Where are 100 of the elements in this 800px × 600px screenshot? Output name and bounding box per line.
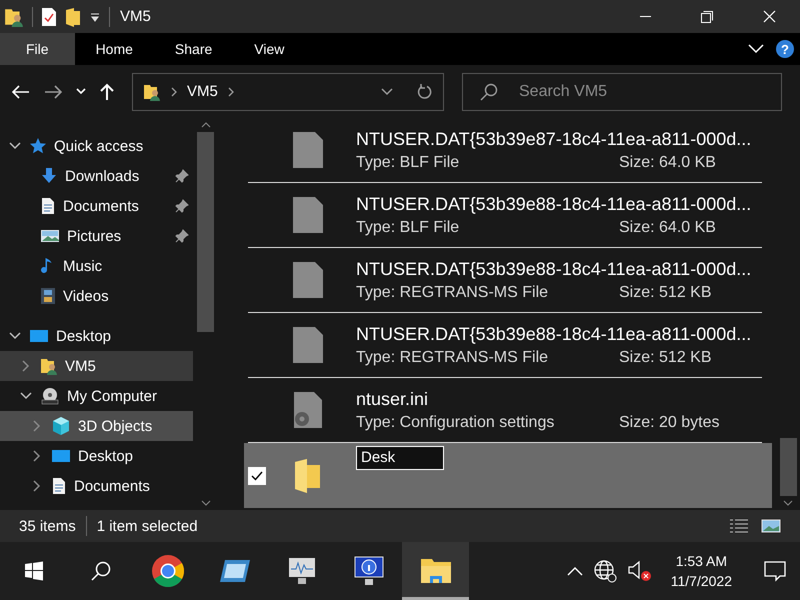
browser-icon xyxy=(150,554,184,588)
file-name: NTUSER.DAT{53b39e88-18c4-11ea-a811-000d... xyxy=(356,258,752,280)
sidebar-item[interactable]: Quick access xyxy=(0,131,193,161)
clock-time[interactable]: 1:53 AM xyxy=(676,553,728,569)
user-folder-icon xyxy=(40,357,58,375)
selection-count: 1 item selected xyxy=(96,518,198,534)
search-field[interactable]: Search VM5 xyxy=(462,72,782,110)
monitor-info-icon xyxy=(352,555,384,587)
address-bar[interactable]: VM5 xyxy=(132,72,444,110)
breadcrumb-segment[interactable]: VM5 xyxy=(187,83,218,100)
sidebar-item-label: VM5 xyxy=(65,358,96,374)
download-icon xyxy=(40,167,58,185)
arrow-left-icon xyxy=(12,84,30,98)
file-row[interactable]: NTUSER.DAT{53b39e88-18c4-11ea-a811-000d... Type: BLF File Size: 64.0 KB xyxy=(248,183,762,248)
sidebar-item-label: Pictures xyxy=(67,228,122,244)
sidebar-item[interactable]: 3D Objects xyxy=(0,411,193,441)
chevron-down-icon xyxy=(76,88,86,95)
sidebar-item-label: Desktop xyxy=(78,448,134,464)
breadcrumb-chevron-icon[interactable] xyxy=(171,86,177,96)
chevron-up-icon[interactable] xyxy=(566,566,583,576)
star-icon xyxy=(29,137,47,155)
pin-icon xyxy=(175,229,189,243)
desktop-icon xyxy=(51,448,71,464)
scrollbar-thumb[interactable] xyxy=(780,438,796,496)
history-dropdown-icon[interactable] xyxy=(381,88,393,96)
rename-field[interactable]: Desk xyxy=(356,446,444,470)
file-icon xyxy=(293,132,323,168)
file-row[interactable]: NTUSER.DAT{53b39e87-18c4-11ea-a811-000d... Type: BLF File Size: 64.0 KB xyxy=(248,118,762,183)
sidebar-item[interactable]: Music xyxy=(0,251,193,281)
refresh-icon[interactable] xyxy=(417,84,433,100)
sidebar-item[interactable]: Documents xyxy=(0,191,193,221)
sidebar-item-label: Quick access xyxy=(54,138,144,154)
ribbon-tab[interactable]: File xyxy=(0,33,75,65)
file-row[interactable]: NTUSER.DAT{53b39e88-18c4-11ea-a811-000d... Type: REGTRANS-MS File Size: 512 KB xyxy=(248,313,762,378)
search-icon xyxy=(90,560,112,582)
file-name: ntuser.ini xyxy=(356,388,430,410)
large-icons-view-icon[interactable] xyxy=(761,518,781,534)
checkbox[interactable] xyxy=(248,466,266,484)
properties-icon[interactable] xyxy=(41,6,57,26)
user-folder-icon xyxy=(143,82,161,100)
scrollbar-thumb[interactable] xyxy=(197,132,214,332)
sidebar-item[interactable]: Desktop xyxy=(0,441,193,471)
help-button[interactable]: ? xyxy=(776,40,794,58)
file-row[interactable]: NTUSER.DAT{53b39e88-18c4-11ea-a811-000d... Type: REGTRANS-MS File Size: 512 KB xyxy=(248,248,762,313)
file-name: NTUSER.DAT{53b39e87-18c4-11ea-a811-000d... xyxy=(356,128,752,150)
sidebar-item-label: Documents xyxy=(74,478,150,494)
clock-date[interactable]: 11/7/2022 xyxy=(670,573,732,589)
customize-dropdown-icon[interactable] xyxy=(89,10,101,22)
globe-icon[interactable] xyxy=(592,559,617,583)
ribbon-tab[interactable]: Home xyxy=(74,33,154,65)
sidebar-item-label: Desktop xyxy=(56,328,112,344)
file-icon xyxy=(293,262,323,298)
file-name: NTUSER.DAT{53b39e88-18c4-11ea-a811-000d... xyxy=(356,194,752,214)
file-icon xyxy=(293,327,323,363)
speech-bubble-icon xyxy=(764,560,786,582)
file-size: Size: 64.0 KB xyxy=(619,218,716,236)
sidebar-item-label: Music xyxy=(63,258,102,274)
sidebar-item-label: Downloads xyxy=(65,168,140,184)
window-title: VM5 xyxy=(120,8,151,25)
file-name: NTUSER.DAT{53b39e88-18c4-11ea-a811-000d... xyxy=(356,324,752,344)
arrow-up-icon xyxy=(100,82,114,100)
chevron-down-icon[interactable] xyxy=(9,142,21,150)
sidebar-item[interactable]: Downloads xyxy=(0,161,193,191)
sidebar-item[interactable]: Videos xyxy=(0,281,193,311)
breadcrumb-chevron-icon[interactable] xyxy=(228,86,234,96)
sidebar-item[interactable]: VM5 xyxy=(0,351,193,381)
desktop-icon xyxy=(29,328,49,344)
file-type: Type: BLF File xyxy=(356,154,460,172)
chevron-right-icon[interactable] xyxy=(22,360,30,372)
file-type: Type: Configuration settings xyxy=(356,414,556,432)
minimize-icon xyxy=(640,16,650,18)
chevron-right-icon[interactable] xyxy=(33,480,41,492)
chevron-down-icon[interactable] xyxy=(20,392,32,400)
speaker-muted-icon[interactable] xyxy=(626,559,653,583)
file-type: Type: REGTRANS-MS File xyxy=(356,348,550,366)
sidebar-item[interactable]: Documents xyxy=(0,471,193,501)
file-icon xyxy=(293,197,323,233)
details-view-icon[interactable] xyxy=(729,518,749,534)
sidebar-item-label: 3D Objects xyxy=(78,418,152,434)
sidebar-item[interactable]: My Computer xyxy=(0,381,193,411)
new-folder-icon[interactable] xyxy=(65,6,81,26)
pin-icon xyxy=(175,169,189,183)
ribbon-tab[interactable]: Share xyxy=(154,33,234,65)
picture-icon xyxy=(40,228,60,244)
file-size: Size: 64.0 KB xyxy=(619,154,716,172)
user-folder-icon[interactable] xyxy=(4,6,24,26)
file-row[interactable]: Desk xyxy=(244,443,772,508)
sidebar-item-label: My Computer xyxy=(67,388,158,404)
file-type: Type: BLF File xyxy=(356,218,460,236)
document-icon xyxy=(40,197,56,215)
chevron-right-icon[interactable] xyxy=(33,450,41,462)
chevron-down-icon[interactable] xyxy=(9,332,21,340)
sidebar-item[interactable]: Desktop xyxy=(0,321,193,351)
sidebar-item[interactable]: Pictures xyxy=(0,221,193,251)
taskbar-button[interactable] xyxy=(402,542,469,600)
expand-ribbon-icon[interactable] xyxy=(748,44,764,54)
item-count: 35 items xyxy=(19,518,76,534)
file-size: Size: 512 KB xyxy=(619,348,712,366)
ribbon-tab[interactable]: View xyxy=(233,33,306,65)
film-icon xyxy=(40,287,56,305)
